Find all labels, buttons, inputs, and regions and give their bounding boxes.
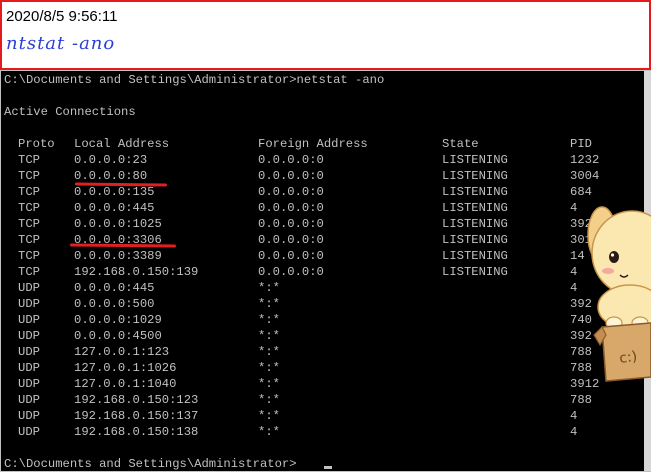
row-5-foreign-address: 0.0.0.0:0 (258, 217, 324, 231)
console-cursor (324, 466, 332, 469)
row-4-local-address: 0.0.0.0:445 (74, 201, 155, 215)
row-3-foreign-address: 0.0.0.0:0 (258, 185, 324, 199)
row-10-foreign-address: *:* (258, 297, 280, 311)
row-15-proto: UDP (18, 377, 40, 391)
row-13-proto: UDP (18, 345, 40, 359)
row-6-foreign-address: 0.0.0.0:0 (258, 233, 324, 247)
row-12-foreign-address: *:* (258, 329, 280, 343)
row-16-foreign-address: *:* (258, 393, 280, 407)
row-12-local-address: 0.0.0.0:4500 (74, 329, 162, 343)
note-timestamp: 2020/8/5 9:56:11 (6, 8, 118, 25)
console-heading: Active Connections (4, 105, 136, 119)
console-final-prompt: C:\Documents and Settings\Administrator> (4, 457, 297, 471)
row-14-foreign-address: *:* (258, 361, 280, 375)
row-3-local-address: 0.0.0.0:135 (74, 185, 155, 199)
row-7-state: LISTENING (442, 249, 508, 263)
row-3-proto: TCP (18, 185, 40, 199)
row-7-foreign-address: 0.0.0.0:0 (258, 249, 324, 263)
console-prompt-command: C:\Documents and Settings\Administrator>… (4, 73, 385, 87)
row-3-state: LISTENING (442, 185, 508, 199)
row-7-local-address: 0.0.0.0:3389 (74, 249, 162, 263)
note-handwritten-command: ntstat -ano (6, 33, 116, 54)
row-1-pid: 1232 (570, 153, 600, 167)
row-2-proto: TCP (18, 169, 40, 183)
row-10-proto: UDP (18, 297, 40, 311)
row-11-proto: UDP (18, 313, 40, 327)
row-6-proto: TCP (18, 233, 40, 247)
row-7-proto: TCP (18, 249, 40, 263)
row-18-foreign-address: *:* (258, 425, 280, 439)
row-9-proto: UDP (18, 281, 40, 295)
row-15-local-address: 127.0.0.1:1040 (74, 377, 177, 391)
row-14-proto: UDP (18, 361, 40, 375)
row-9-local-address: 0.0.0.0:445 (74, 281, 155, 295)
row-2-pid: 3004 (570, 169, 600, 183)
row-4-proto: TCP (18, 201, 40, 215)
row-2-local-address: 0.0.0.0:80 (74, 169, 148, 183)
row-8-state: LISTENING (442, 265, 508, 279)
row-12-proto: UDP (18, 329, 40, 343)
row-18-proto: UDP (18, 425, 40, 439)
row-11-local-address: 0.0.0.0:1029 (74, 313, 162, 327)
row-14-local-address: 127.0.0.1:1026 (74, 361, 177, 375)
row-9-foreign-address: *:* (258, 281, 280, 295)
row-2-state: LISTENING (442, 169, 508, 183)
row-1-proto: TCP (18, 153, 40, 167)
row-9-pid: 4 (570, 281, 578, 295)
svg-text:c:): c:) (618, 349, 638, 367)
row-16-pid: 788 (570, 393, 592, 407)
row-10-local-address: 0.0.0.0:500 (74, 297, 155, 311)
row-4-pid: 4 (570, 201, 578, 215)
row-1-foreign-address: 0.0.0.0:0 (258, 153, 324, 167)
row-8-local-address: 192.168.0.150:139 (74, 265, 199, 279)
row-1-local-address: 0.0.0.0:23 (74, 153, 148, 167)
row-8-pid: 4 (570, 265, 578, 279)
puppy-in-box-sticker-icon: c:) (587, 206, 651, 382)
row-15-foreign-address: *:* (258, 377, 280, 391)
row-4-state: LISTENING (442, 201, 508, 215)
row-18-pid: 4 (570, 425, 578, 439)
row-1-state: LISTENING (442, 153, 508, 167)
column-header-foreign-address: Foreign Address (258, 137, 368, 151)
row-5-proto: TCP (18, 217, 40, 231)
row-13-local-address: 127.0.0.1:123 (74, 345, 170, 359)
row-8-foreign-address: 0.0.0.0:0 (258, 265, 324, 279)
row-17-proto: UDP (18, 409, 40, 423)
row-11-foreign-address: *:* (258, 313, 280, 327)
note-box: 2020/8/5 9:56:11 ntstat -ano (0, 0, 651, 70)
row-17-local-address: 192.168.0.150:137 (74, 409, 199, 423)
column-header-pid: PID (570, 137, 592, 151)
row-6-state: LISTENING (442, 233, 508, 247)
row-16-proto: UDP (18, 393, 40, 407)
column-header-proto: Proto (18, 137, 55, 151)
column-header-local-address: Local Address (74, 137, 170, 151)
row-18-local-address: 192.168.0.150:138 (74, 425, 199, 439)
row-5-local-address: 0.0.0.0:1025 (74, 217, 162, 231)
row-17-foreign-address: *:* (258, 409, 280, 423)
row-2-foreign-address: 0.0.0.0:0 (258, 169, 324, 183)
row-17-pid: 4 (570, 409, 578, 423)
row-16-local-address: 192.168.0.150:123 (74, 393, 199, 407)
row-5-state: LISTENING (442, 217, 508, 231)
row-13-foreign-address: *:* (258, 345, 280, 359)
row-8-proto: TCP (18, 265, 40, 279)
column-header-state: State (442, 137, 479, 151)
row-4-foreign-address: 0.0.0.0:0 (258, 201, 324, 215)
